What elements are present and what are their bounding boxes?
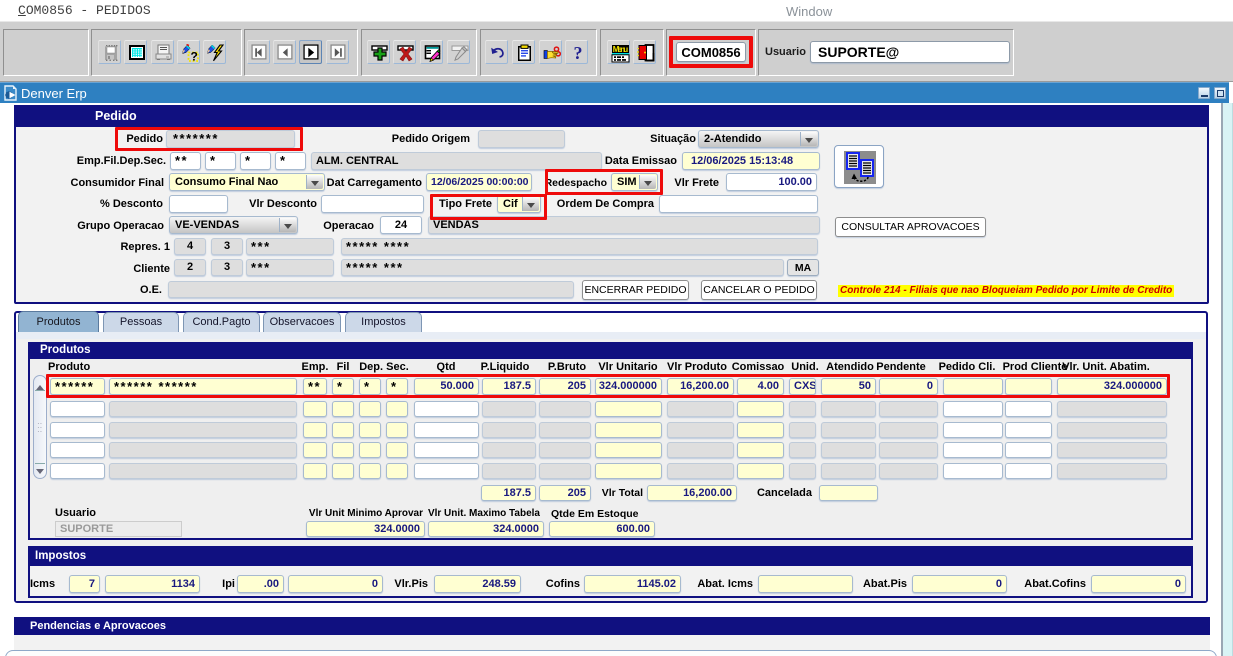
svg-text:?: ? — [191, 50, 198, 63]
svg-text:?: ? — [574, 44, 583, 62]
svg-text:Menu: Menu — [613, 45, 629, 54]
